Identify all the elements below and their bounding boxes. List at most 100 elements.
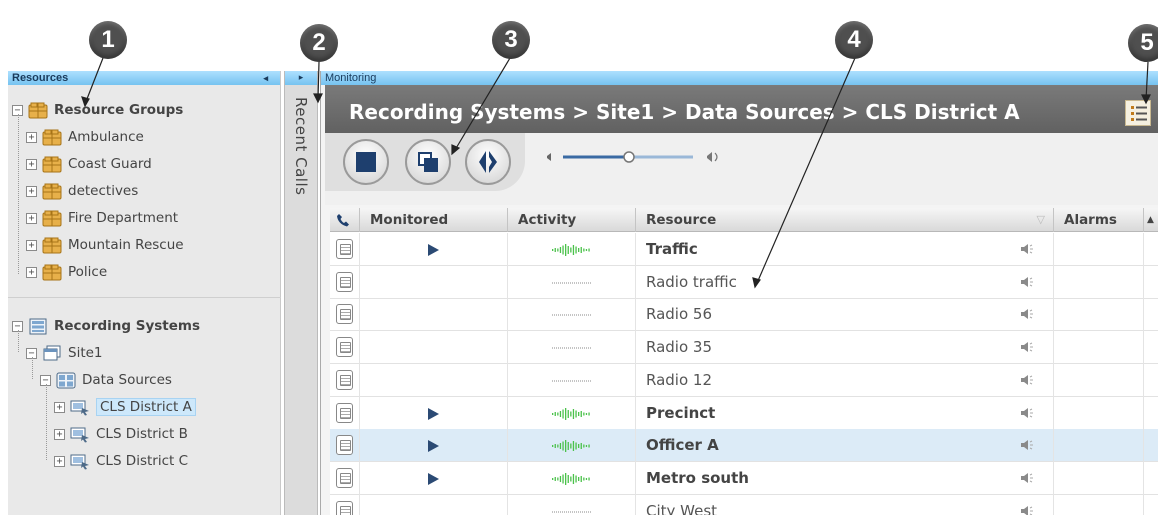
table-row[interactable]: Radio traffic	[330, 265, 1158, 299]
expand-toggle-icon[interactable]: +	[54, 455, 65, 467]
phone-icon[interactable]	[336, 304, 353, 325]
resource-cell: Precinct	[636, 396, 1054, 430]
phone-icon[interactable]	[336, 239, 353, 259]
play-icon[interactable]	[428, 407, 439, 420]
tree-item-resource-groups[interactable]: − Resource Groups	[12, 98, 183, 122]
phone-icon[interactable]	[336, 467, 353, 488]
phone-cell	[330, 265, 360, 299]
scroll-up-icon[interactable]: ▲	[1144, 208, 1158, 232]
phone-cell	[330, 396, 360, 430]
resource-name: Radio 35	[646, 338, 713, 357]
alarms-cell	[1054, 298, 1144, 332]
column-header-activity[interactable]: Activity	[508, 208, 636, 232]
resource-cell: Officer A	[636, 429, 1054, 463]
resource-cell: Radio traffic	[636, 265, 1054, 299]
phone-cell	[330, 494, 360, 515]
expand-arrow-icon[interactable]: ▸	[285, 71, 317, 85]
table-row[interactable]: City West	[330, 494, 1158, 515]
speaker-icon[interactable]	[1020, 406, 1034, 420]
tree-item-police[interactable]: + Police	[26, 260, 107, 284]
activity-wave-icon	[552, 407, 590, 420]
recent-calls-label[interactable]: Recent Calls	[292, 97, 310, 195]
table-row[interactable]: Officer A	[330, 429, 1158, 463]
tree-item-recording-systems[interactable]: − Recording Systems	[12, 314, 200, 338]
monitored-cell[interactable]	[360, 494, 508, 515]
phone-icon[interactable]	[336, 369, 353, 390]
monitored-cell[interactable]	[360, 461, 508, 495]
speaker-icon[interactable]	[1020, 373, 1034, 387]
volume-slider[interactable]	[545, 147, 725, 167]
expand-toggle-icon[interactable]: +	[26, 185, 37, 197]
tree-divider	[8, 297, 281, 298]
recent-calls-strip[interactable]: ▸ Recent Calls	[284, 71, 318, 515]
tree-item-mountain-rescue-icon	[42, 237, 62, 253]
phone-icon[interactable]	[336, 402, 353, 423]
tree-item-detectives[interactable]: + detectives	[26, 179, 138, 203]
filter-icon[interactable]: ▽	[1037, 208, 1045, 232]
activity-cell	[508, 429, 636, 463]
audio-route-button[interactable]	[465, 139, 511, 185]
tree-item-mountain-rescue[interactable]: + Mountain Rescue	[26, 233, 184, 257]
table-row[interactable]: Precinct	[330, 396, 1158, 430]
phone-column-icon	[330, 208, 360, 232]
phone-icon[interactable]	[336, 435, 353, 456]
tree-item-data-sources-icon	[56, 372, 76, 388]
column-header-resource[interactable]: Resource ▽	[636, 208, 1054, 232]
monitored-cell[interactable]	[360, 233, 508, 266]
monitored-cell[interactable]	[360, 429, 508, 463]
expand-toggle-icon[interactable]: +	[26, 266, 37, 278]
phone-icon[interactable]	[336, 271, 353, 292]
column-header-alarms[interactable]: Alarms	[1054, 208, 1144, 232]
speaker-icon[interactable]	[1020, 438, 1034, 452]
stop-button[interactable]	[343, 139, 389, 185]
speaker-icon[interactable]	[1020, 242, 1034, 256]
speaker-icon[interactable]	[1020, 471, 1034, 485]
play-icon[interactable]	[428, 440, 439, 453]
table-row[interactable]: Metro south	[330, 461, 1158, 495]
tree-item-cls-district-c[interactable]: + CLS District C	[54, 449, 188, 473]
speaker-icon[interactable]	[1020, 307, 1034, 321]
column-header-monitored[interactable]: Monitored	[360, 208, 508, 232]
resource-cell: City West	[636, 494, 1054, 515]
monitored-cell[interactable]	[360, 331, 508, 365]
tree-item-ambulance[interactable]: + Ambulance	[26, 125, 144, 149]
speaker-icon[interactable]	[1020, 340, 1034, 354]
phone-icon[interactable]	[336, 500, 353, 515]
tree-item-label: Resource Groups	[54, 102, 184, 118]
play-icon[interactable]	[428, 244, 439, 256]
tree-item-site1[interactable]: − Site1	[26, 341, 103, 365]
resource-name: Traffic	[646, 240, 698, 258]
tree-item-cls-district-b[interactable]: + CLS District B	[54, 422, 188, 446]
expand-toggle-icon[interactable]: +	[54, 401, 65, 413]
tree-item-fire-department[interactable]: + Fire Department	[26, 206, 178, 230]
table-row[interactable]: Radio 35	[330, 331, 1158, 365]
monitored-cell[interactable]	[360, 265, 508, 299]
monitored-cell[interactable]	[360, 298, 508, 332]
speaker-icon[interactable]	[1020, 275, 1034, 289]
expand-toggle-icon[interactable]: +	[26, 131, 37, 143]
options-menu-icon[interactable]	[1125, 100, 1151, 126]
table-row[interactable]: Traffic	[330, 233, 1158, 266]
phone-icon[interactable]	[336, 337, 353, 358]
split-icon	[418, 152, 438, 172]
callout-5: 5	[1128, 24, 1158, 62]
table-row[interactable]: Radio 56	[330, 298, 1158, 332]
speaker-icon[interactable]	[1020, 504, 1034, 515]
split-button[interactable]	[405, 139, 451, 185]
tree-item-coast-guard[interactable]: + Coast Guard	[26, 152, 152, 176]
tree-item-data-sources[interactable]: − Data Sources	[40, 368, 172, 392]
monitored-cell[interactable]	[360, 363, 508, 397]
expand-toggle-icon[interactable]: +	[26, 239, 37, 251]
tree-item-cls-district-a[interactable]: + CLS District A	[54, 395, 196, 419]
phone-cell	[330, 331, 360, 365]
expand-toggle-icon[interactable]: +	[26, 212, 37, 224]
tree-item-cls-district-b-icon	[70, 427, 89, 442]
expand-toggle-icon[interactable]: +	[54, 428, 65, 440]
expand-toggle-icon[interactable]: +	[26, 158, 37, 170]
table-row[interactable]: Radio 12	[330, 363, 1158, 397]
monitoring-toolbar	[325, 133, 1158, 205]
alarms-cell	[1054, 494, 1144, 515]
resource-name: Radio 12	[646, 370, 713, 389]
play-icon[interactable]	[428, 472, 439, 485]
monitored-cell[interactable]	[360, 396, 508, 430]
